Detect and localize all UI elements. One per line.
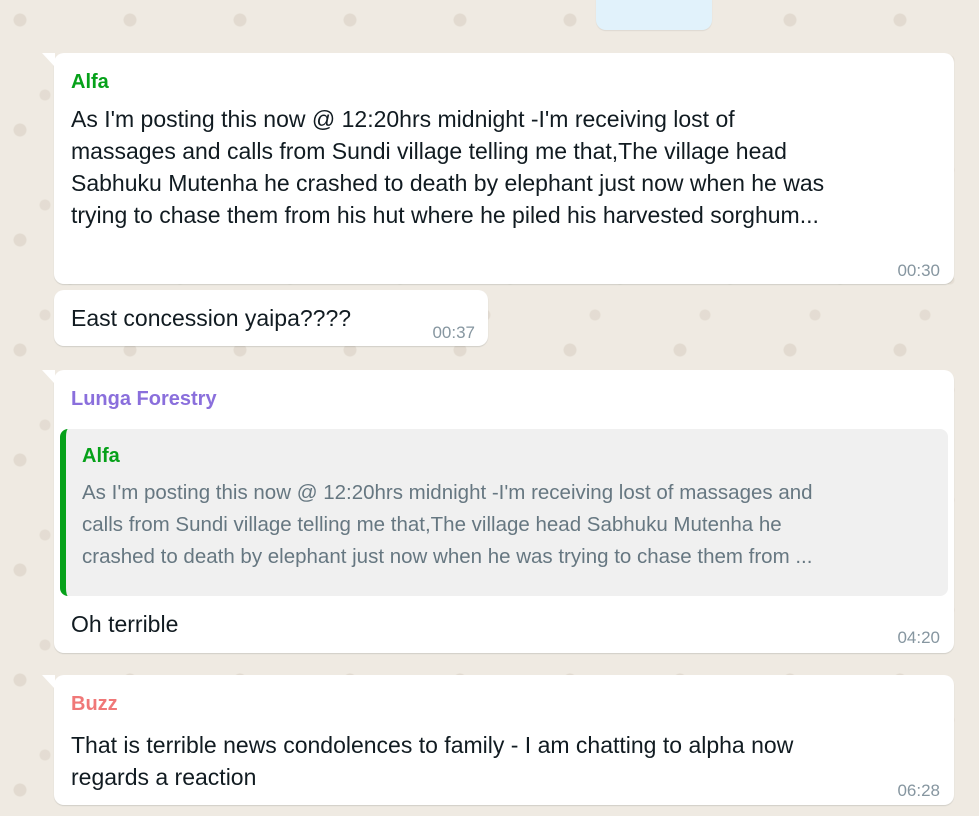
message-sender: Buzz	[71, 693, 118, 715]
message-time: 04:20	[897, 628, 940, 647]
quoted-text: As I'm posting this now @ 12:20hrs midni…	[82, 477, 813, 573]
message-line: trying to chase them from his hut where …	[71, 202, 819, 228]
message-line: regards a reaction	[71, 764, 257, 790]
message-bubble[interactable]: Buzz That is terrible news condolences t…	[42, 675, 954, 805]
message-time: 06:28	[897, 781, 940, 800]
message-bubble[interactable]: East concession yaipa???? 00:37	[54, 290, 488, 346]
message-time: 00:37	[432, 323, 475, 342]
date-pill	[596, 0, 712, 30]
message-line: That is terrible news condolences to fam…	[71, 732, 794, 758]
message-line: Sabhuku Mutenha he crashed to death by e…	[71, 170, 825, 196]
message-text: As I'm posting this now @ 12:20hrs midni…	[71, 103, 824, 231]
message-text: That is terrible news condolences to fam…	[71, 729, 793, 793]
message-time: 00:30	[897, 261, 940, 280]
message-line: massages and calls from Sundi village te…	[71, 138, 787, 164]
quoted-sender: Alfa	[82, 445, 120, 467]
message-sender: Alfa	[71, 71, 109, 93]
message-line: As I'm posting this now @ 12:20hrs midni…	[71, 106, 735, 132]
message-text: East concession yaipa????	[71, 305, 352, 331]
message-bubble[interactable]: Alfa As I'm posting this now @ 12:20hrs …	[42, 53, 954, 284]
quoted-line: crashed to death by elephant just now wh…	[82, 545, 813, 568]
quoted-line: As I'm posting this now @ 12:20hrs midni…	[82, 481, 813, 504]
message-bubble[interactable]: Lunga Forestry Alfa As I'm posting this …	[42, 370, 954, 653]
message-sender: Lunga Forestry	[71, 388, 217, 410]
quoted-message[interactable]: Alfa As I'm posting this now @ 12:20hrs …	[60, 429, 948, 596]
quoted-line: calls from Sundi village telling me that…	[82, 513, 782, 536]
message-text: Oh terrible	[71, 611, 179, 637]
